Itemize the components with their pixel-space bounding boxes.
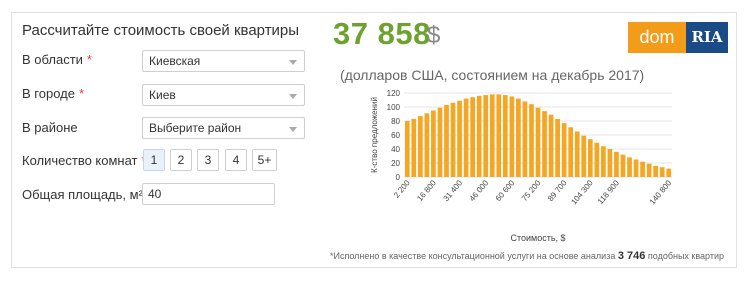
bar xyxy=(411,118,417,177)
bar xyxy=(444,104,449,177)
price-subtitle: (долларов США, состоянием на декабрь 201… xyxy=(340,67,645,83)
required-mark: * xyxy=(86,52,92,67)
bar xyxy=(594,142,600,177)
chevron-down-icon xyxy=(289,60,297,65)
x-tick-label: 118 900 xyxy=(596,178,621,206)
region-select[interactable]: Киевская xyxy=(142,50,305,72)
bar xyxy=(633,159,639,177)
x-tick-label: 104 300 xyxy=(569,178,595,206)
bar xyxy=(640,161,645,177)
price-distribution-chart: 0204060801001202 200 16 800 31 400 46 000 60… xyxy=(370,89,674,243)
bar xyxy=(437,107,443,177)
bar xyxy=(457,100,462,177)
y-tick-label: 120 xyxy=(387,89,401,98)
bar xyxy=(542,111,547,177)
bar xyxy=(535,107,541,177)
bar xyxy=(476,95,482,177)
rooms-option-5plus[interactable]: 5+ xyxy=(252,149,277,171)
district-label: В районе xyxy=(22,120,78,135)
y-tick-label: 80 xyxy=(391,117,400,126)
bar xyxy=(561,123,567,177)
y-tick-label: 20 xyxy=(391,159,400,168)
bar xyxy=(614,151,619,177)
bar xyxy=(601,146,606,177)
bar xyxy=(509,96,515,177)
x-tick-label: 89 700 xyxy=(546,178,569,203)
rooms-option-4[interactable]: 4 xyxy=(225,149,247,171)
x-tick-label: 140 800 xyxy=(648,178,674,206)
chevron-down-icon xyxy=(289,94,297,99)
bar xyxy=(529,104,534,177)
bar xyxy=(463,98,469,177)
bar xyxy=(404,121,410,177)
city-label: В городе * xyxy=(22,86,85,101)
bar xyxy=(489,94,495,177)
bar xyxy=(424,113,430,177)
area-input[interactable]: 40 xyxy=(142,183,275,205)
bar xyxy=(587,139,593,177)
bar xyxy=(653,165,659,177)
x-tick-label: 31 400 xyxy=(441,178,464,203)
logo-dom: dom xyxy=(628,22,686,53)
bar xyxy=(607,149,613,177)
bar xyxy=(620,154,626,177)
bar xyxy=(431,110,436,177)
bar xyxy=(574,131,580,177)
bar xyxy=(548,114,554,177)
logo-ria: RIA xyxy=(686,22,728,53)
bar xyxy=(483,95,489,177)
analysis-count: 3 746 xyxy=(617,250,646,262)
bar xyxy=(555,118,560,177)
bar xyxy=(568,127,574,177)
bar xyxy=(522,101,528,177)
district-select[interactable]: Выберите район xyxy=(142,117,305,139)
bar xyxy=(627,157,632,177)
rooms-option-2[interactable]: 2 xyxy=(170,149,192,171)
analysis-note: *Исполнено в качестве консультационной у… xyxy=(330,250,725,262)
bar xyxy=(659,167,665,177)
x-axis-title: Стоимость, $ xyxy=(510,233,565,243)
x-tick-label: 75 200 xyxy=(520,178,543,203)
x-tick-label: 16 800 xyxy=(415,178,438,203)
bar xyxy=(470,97,475,177)
form-title: Рассчитайте стоимость своей квартиры xyxy=(22,22,300,39)
city-select[interactable]: Киев xyxy=(142,84,305,106)
area-label: Общая площадь, м²* xyxy=(22,187,152,202)
bar xyxy=(666,168,672,177)
y-axis-title: К-ство предложений xyxy=(370,97,379,173)
y-tick-label: 100 xyxy=(387,103,401,112)
rooms-option-3[interactable]: 3 xyxy=(197,149,219,171)
domria-logo[interactable]: dom RIA xyxy=(628,22,728,53)
bar xyxy=(516,98,521,177)
bar xyxy=(417,116,423,177)
x-tick-label: 46 000 xyxy=(468,178,491,203)
bar xyxy=(581,135,587,177)
bar xyxy=(496,94,502,177)
rooms-option-1[interactable]: 1 xyxy=(143,149,165,171)
rooms-label: Количество комнат* xyxy=(22,153,147,168)
y-tick-label: 0 xyxy=(396,173,401,182)
bar xyxy=(502,95,508,177)
required-mark: * xyxy=(78,86,85,101)
y-tick-label: 60 xyxy=(391,131,400,140)
chevron-down-icon xyxy=(289,127,297,132)
bar xyxy=(450,102,456,177)
y-tick-label: 40 xyxy=(391,145,400,154)
x-tick-label: 60 600 xyxy=(494,178,517,203)
price-currency: $ xyxy=(427,22,441,49)
bar xyxy=(646,163,652,177)
price-value: 37 858 xyxy=(333,16,431,51)
region-label: В области * xyxy=(22,52,92,67)
